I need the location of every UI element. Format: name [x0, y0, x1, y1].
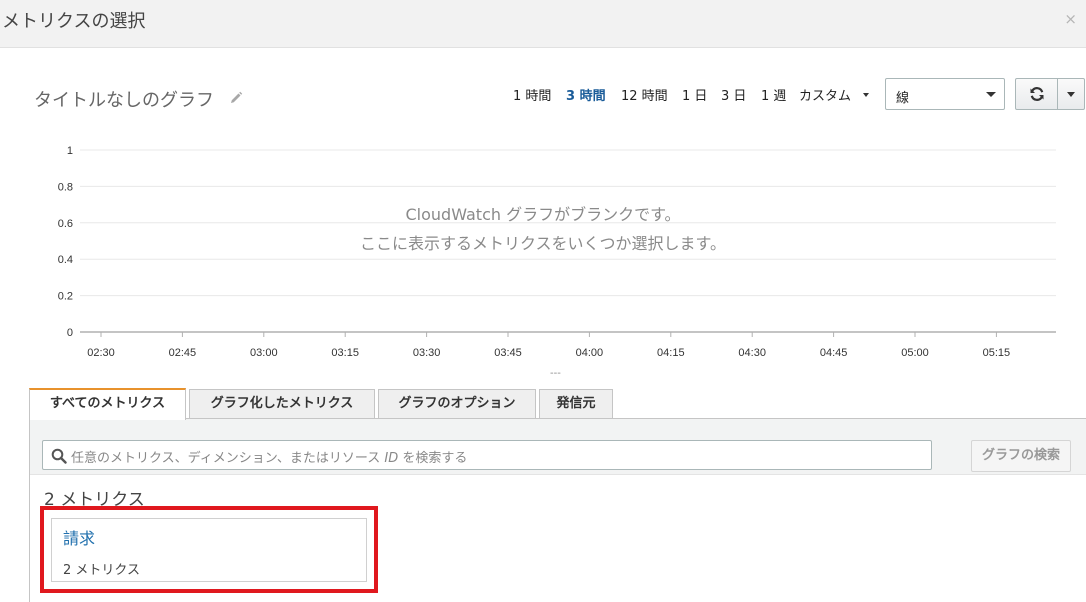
namespace-title[interactable]: 請求 — [63, 525, 95, 549]
highlight-box: 請求 2 メトリクス — [40, 506, 378, 593]
tab-all-metrics[interactable]: すべてのメトリクス — [29, 388, 186, 420]
search-placeholder-id: ID — [384, 451, 399, 466]
namespace-metric-count: 2 メトリクス — [63, 563, 141, 578]
time-range-custom[interactable]: カスタム — [799, 85, 869, 104]
time-range-custom-label: カスタム — [799, 89, 852, 104]
x-tick-label: 03:15 — [331, 347, 359, 359]
close-icon[interactable]: × — [1064, 10, 1077, 28]
graph-search-button[interactable]: グラフの検索 — [971, 440, 1071, 472]
tab-graphed-metrics[interactable]: グラフ化したメトリクス — [189, 389, 375, 419]
modal-header: メトリクスの選択 × — [0, 0, 1086, 48]
search-input[interactable]: 任意のメトリクス、ディメンション、またはリソース ID を検索する — [42, 440, 932, 470]
refresh-button-group — [1015, 78, 1085, 110]
chevron-down-icon — [863, 93, 869, 97]
all-metrics-panel: 任意のメトリクス、ディメンション、またはリソース ID を検索する グラフの検索… — [29, 418, 1086, 602]
refresh-options-dropdown[interactable] — [1058, 79, 1084, 109]
y-tick-label: 0.4 — [58, 254, 73, 266]
search-placeholder-suffix: を検索する — [398, 451, 468, 466]
graph-title[interactable]: タイトルなしのグラフ — [34, 86, 214, 112]
x-tick-label: 03:45 — [494, 347, 522, 359]
tab-graph-options[interactable]: グラフのオプション — [378, 389, 536, 419]
chart-empty-message-line2: ここに表示するメトリクスをいくつか選択します。 — [360, 234, 726, 253]
tab-source[interactable]: 発信元 — [539, 389, 613, 419]
y-tick-label: 0 — [67, 327, 73, 339]
x-tick-label: 05:00 — [901, 347, 929, 359]
x-tick-label: 05:15 — [983, 347, 1011, 359]
x-tick-label: 02:45 — [169, 347, 197, 359]
refresh-button[interactable] — [1016, 79, 1058, 109]
y-tick-label: 0.8 — [58, 181, 73, 193]
x-tick-label: 04:15 — [657, 347, 685, 359]
pencil-edit-icon[interactable] — [228, 90, 244, 106]
chart-empty-message-line1: CloudWatch グラフがブランクです。 — [405, 205, 681, 224]
time-range-3h[interactable]: 3 時間 — [566, 85, 606, 104]
chart-type-select-value: 線 — [896, 91, 910, 106]
chevron-down-icon — [1067, 91, 1075, 97]
refresh-icon — [1030, 87, 1043, 101]
time-range-12h[interactable]: 12 時間 — [621, 85, 668, 104]
x-tick-label: 03:30 — [413, 347, 441, 359]
time-range-1d[interactable]: 1 日 — [682, 85, 707, 104]
time-range-1h[interactable]: 1 時間 — [513, 85, 551, 104]
search-placeholder-text: 任意のメトリクス、ディメンション、またはリソース — [71, 451, 385, 466]
x-tick-label: 02:30 — [87, 347, 115, 359]
modal-title: メトリクスの選択 — [2, 11, 146, 32]
search-icon — [51, 448, 67, 464]
time-range-3d[interactable]: 3 日 — [721, 85, 746, 104]
chart-type-select[interactable]: 線 — [885, 78, 1005, 110]
y-tick-label: 0.2 — [58, 291, 73, 303]
namespace-card-billing[interactable]: 請求 2 メトリクス — [51, 518, 367, 582]
resize-handle[interactable]: --- — [550, 368, 561, 379]
search-bar: 任意のメトリクス、ディメンション、またはリソース ID を検索する グラフの検索 — [30, 419, 1086, 475]
x-tick-label: 04:45 — [820, 347, 848, 359]
x-tick-label: 03:00 — [250, 347, 278, 359]
x-tick-label: 04:30 — [738, 347, 766, 359]
chevron-down-icon — [986, 92, 996, 97]
time-range-1w[interactable]: 1 週 — [761, 85, 786, 104]
y-tick-label: 1 — [67, 145, 73, 157]
x-tick-label: 04:00 — [576, 347, 604, 359]
